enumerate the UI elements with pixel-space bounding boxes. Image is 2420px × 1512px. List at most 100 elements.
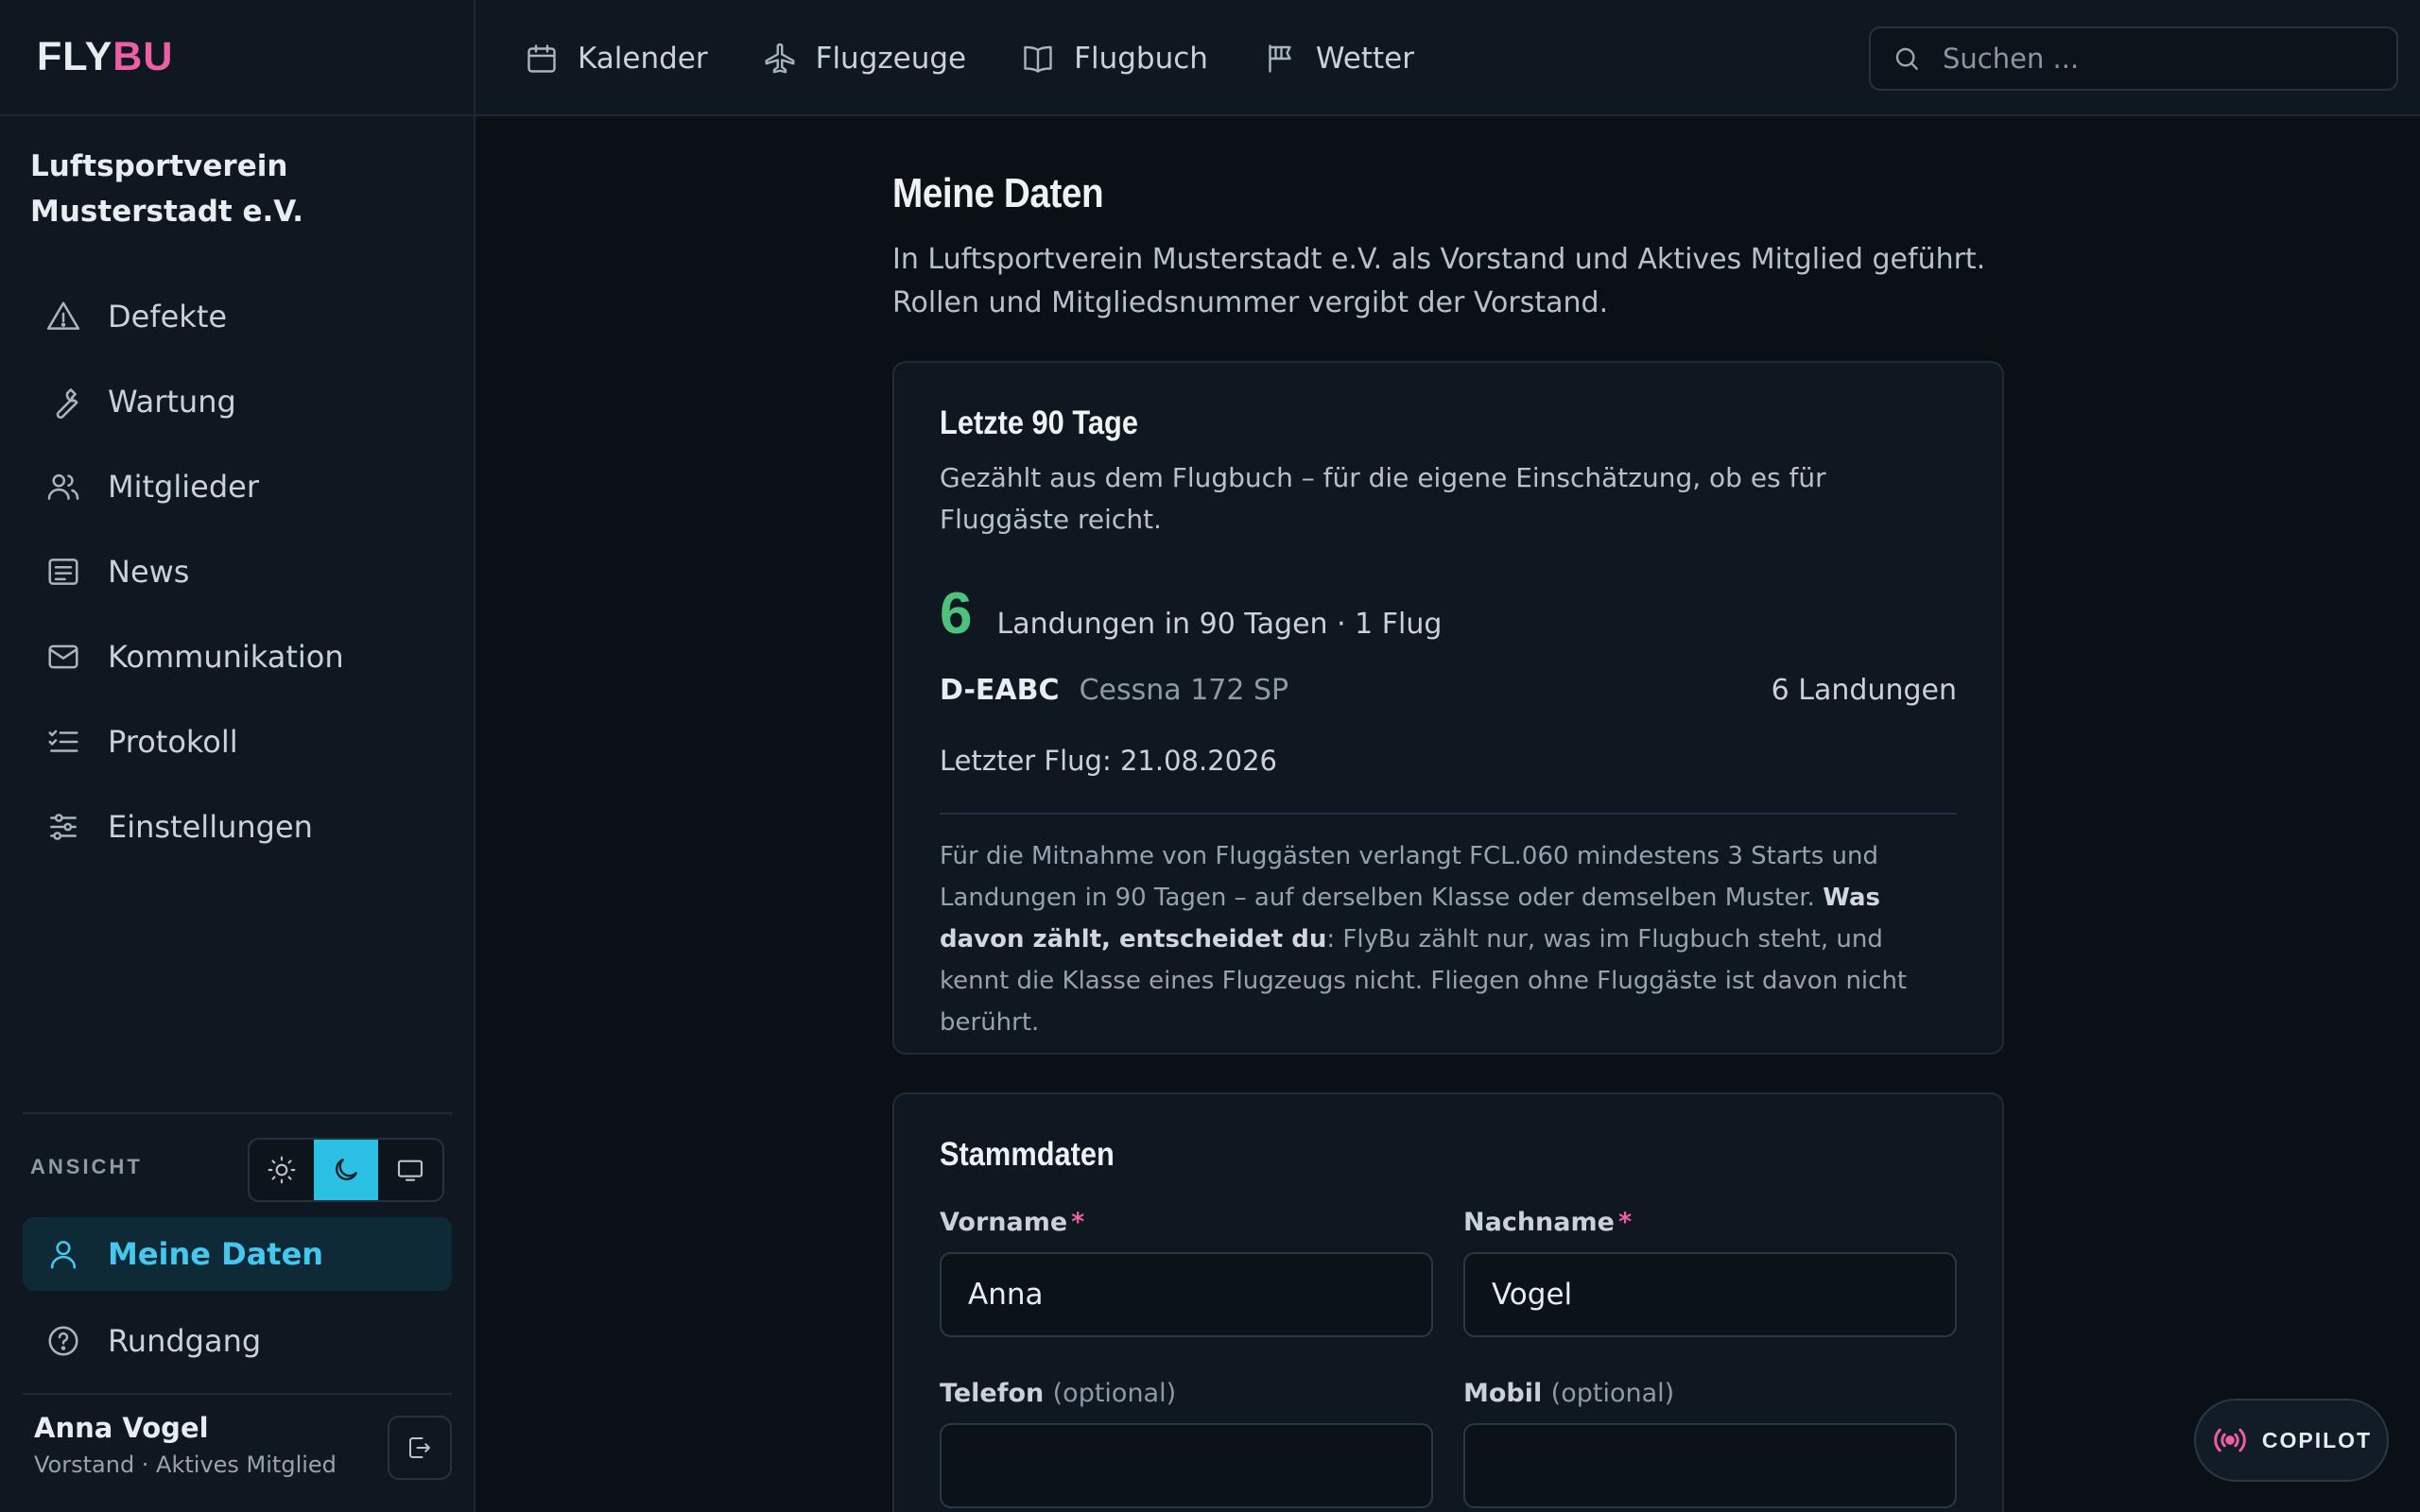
- theme-system-button[interactable]: [378, 1140, 442, 1200]
- recency-subtitle: Gezählt aus dem Flugbuch – für die eigen…: [940, 462, 1826, 535]
- aircraft-landings: 6 Landungen: [1771, 674, 1957, 707]
- top-bar: Kalender Flugzeuge Flugbuch Wetter: [475, 0, 2420, 116]
- logo-part-fly: FLY: [37, 34, 113, 79]
- sidebar-item-label: Wartung: [108, 384, 236, 420]
- recency-card: Letzte 90 Tage Gezählt aus dem Flugbuch …: [892, 361, 2004, 1055]
- copilot-button[interactable]: COPILOT: [2194, 1399, 2389, 1482]
- landings-stat: 6 Landungen in 90 Tagen · 1 Flug: [940, 580, 1957, 647]
- first-name-field: Vorname *: [940, 1208, 1433, 1337]
- last-name-field: Nachname *: [1463, 1208, 1957, 1337]
- news-icon: [45, 554, 81, 590]
- monitor-icon: [397, 1160, 424, 1181]
- last-flight: Letzter Flug: 21.08.2026: [940, 745, 1277, 777]
- landings-summary: Landungen in 90 Tagen · 1 Flug: [996, 608, 1443, 641]
- first-name-label: Vorname *: [940, 1208, 1433, 1237]
- copilot-label: COPILOT: [2261, 1427, 2373, 1452]
- divider: [940, 813, 1957, 815]
- sidebar-nav: Defekte Wartung Mitglieder News Kommunik…: [23, 274, 452, 869]
- optional-hint: (optional): [1052, 1379, 1177, 1408]
- last-name-label: Nachname *: [1463, 1208, 1957, 1237]
- sidebar-item-einstellungen[interactable]: Einstellungen: [23, 784, 452, 869]
- user-info: Anna Vogel Vorstand · Aktives Mitglied: [34, 1412, 337, 1478]
- label-text: Mobil: [1463, 1379, 1543, 1408]
- master-data-card: Stammdaten Vorname* Nachname* Telefon (o…: [892, 1092, 2004, 1512]
- theme-toggle: [248, 1138, 444, 1202]
- search-box: [1869, 26, 2398, 91]
- warning-icon: [45, 299, 81, 335]
- sidebar-item-kommunikation[interactable]: Kommunikation: [23, 614, 452, 699]
- topnav-label: Flugzeuge: [815, 41, 967, 76]
- sidebar-item-label: Meine Daten: [108, 1236, 324, 1272]
- master-data-form: Vorname* Nachname* Telefon (optional) Mo…: [940, 1208, 1957, 1512]
- sidebar-item-mitglieder[interactable]: Mitglieder: [23, 444, 452, 529]
- aircraft-row: D-EABC Cessna 172 SP 6 Landungen: [940, 674, 1957, 707]
- sliders-icon: [45, 809, 81, 845]
- moon-icon: [336, 1159, 357, 1180]
- mobile-field: Mobil (optional): [1463, 1379, 1957, 1508]
- sidebar-item-label: News: [108, 554, 190, 590]
- plane-icon: [763, 42, 797, 76]
- sidebar-item-label: Protokoll: [108, 724, 238, 760]
- aircraft-registration: D-EABC: [940, 674, 1060, 707]
- label-text: Telefon: [940, 1379, 1045, 1408]
- topnav-item-flugbuch[interactable]: Flugbuch: [1021, 42, 1208, 76]
- flag-icon: [1263, 42, 1297, 76]
- logout-button[interactable]: [388, 1416, 452, 1480]
- logo[interactable]: FLY BU: [0, 0, 474, 116]
- organization-name: Luftsportverein Musterstadt e.V.: [30, 149, 304, 229]
- user-icon: [45, 1236, 81, 1272]
- page-title: Meine Daten: [892, 170, 1104, 216]
- sidebar-item-label: Defekte: [108, 299, 228, 335]
- sidebar-item-protokoll[interactable]: Protokoll: [23, 699, 452, 784]
- recency-title: Letzte 90 Tage: [940, 404, 1138, 441]
- main-content: Meine Daten In Luftsportverein Mustersta…: [892, 170, 2004, 1512]
- sidebar-item-meine-daten[interactable]: Meine Daten: [23, 1217, 452, 1291]
- calendar-icon: [525, 42, 559, 76]
- logo-part-bu: BU: [112, 34, 174, 79]
- theme-dark-button[interactable]: [314, 1140, 378, 1200]
- landings-count: 6: [940, 581, 973, 646]
- page-intro: In Luftsportverein Musterstadt e.V. als …: [892, 243, 1986, 319]
- divider: [23, 1393, 452, 1395]
- label-text: Vorname: [940, 1208, 1068, 1237]
- search-input[interactable]: [1943, 43, 2396, 75]
- sidebar-item-label: Rundgang: [108, 1323, 262, 1359]
- book-icon: [1021, 42, 1055, 76]
- phone-input[interactable]: [940, 1423, 1433, 1508]
- sidebar-item-news[interactable]: News: [23, 529, 452, 614]
- user-role: Vorstand · Aktives Mitglied: [34, 1452, 337, 1478]
- sidebar-item-label: Kommunikation: [108, 639, 344, 675]
- rule-text-part1: Für die Mitnahme von Fluggästen verlangt…: [940, 842, 1878, 912]
- sidebar-item-label: Einstellungen: [108, 809, 313, 845]
- label-text: Nachname: [1463, 1208, 1615, 1237]
- topnav-label: Wetter: [1315, 41, 1414, 76]
- top-nav: Kalender Flugzeuge Flugbuch Wetter: [525, 0, 1469, 116]
- last-name-input[interactable]: [1463, 1252, 1957, 1337]
- view-label: ANSICHT: [30, 1155, 143, 1178]
- aircraft-type: Cessna 172 SP: [1079, 674, 1289, 707]
- sidebar-item-defekte[interactable]: Defekte: [23, 274, 452, 359]
- phone-field: Telefon (optional): [940, 1379, 1433, 1508]
- topnav-item-flugzeuge[interactable]: Flugzeuge: [763, 41, 967, 76]
- divider: [23, 1112, 452, 1114]
- wrench-icon: [45, 384, 81, 420]
- users-icon: [45, 469, 81, 505]
- first-name-input[interactable]: [940, 1252, 1433, 1337]
- logout-icon: [409, 1437, 430, 1458]
- topnav-item-kalender[interactable]: Kalender: [525, 42, 708, 76]
- broadcast-icon: [2214, 1428, 2246, 1452]
- optional-hint: (optional): [1550, 1379, 1675, 1408]
- search-icon: [1895, 47, 1918, 70]
- sidebar-item-label: Mitglieder: [108, 469, 259, 505]
- mobile-input[interactable]: [1463, 1423, 1957, 1508]
- sidebar-item-rundgang[interactable]: Rundgang: [23, 1298, 452, 1383]
- theme-light-button[interactable]: [250, 1140, 314, 1200]
- user-name: Anna Vogel: [34, 1412, 209, 1444]
- topnav-label: Flugbuch: [1074, 41, 1208, 76]
- sidebar-item-wartung[interactable]: Wartung: [23, 359, 452, 444]
- phone-label: Telefon (optional): [940, 1379, 1433, 1408]
- topnav-item-wetter[interactable]: Wetter: [1263, 42, 1414, 76]
- passenger-rule-note: Für die Mitnahme von Fluggästen verlangt…: [940, 835, 1957, 1043]
- master-data-title: Stammdaten: [940, 1136, 1115, 1173]
- sidebar: FLY BU Luftsportverein Musterstadt e.V. D…: [0, 0, 475, 1512]
